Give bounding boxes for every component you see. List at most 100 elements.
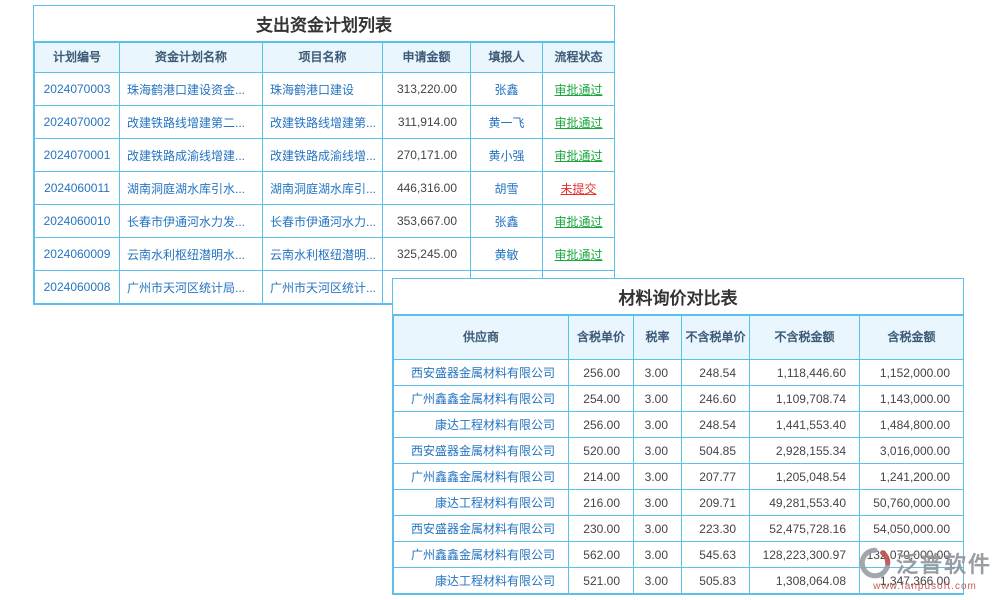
plan-name-link[interactable]: 广州市天河区统计局...: [120, 271, 263, 304]
supplier-link[interactable]: 康达工程材料有限公司: [394, 568, 569, 594]
supplier-link[interactable]: 广州鑫鑫金属材料有限公司: [394, 464, 569, 490]
table-row: 广州鑫鑫金属材料有限公司254.003.00246.601,109,708.74…: [394, 386, 964, 412]
tax-rate-cell: 3.00: [634, 490, 682, 516]
tax-amount-cell: 3,016,000.00: [860, 438, 964, 464]
plan-name-link[interactable]: 改建铁路线增建第二...: [120, 106, 263, 139]
net-price-cell: 207.77: [682, 464, 750, 490]
project-name-link[interactable]: 云南水利枢纽潜明...: [263, 238, 383, 271]
col-header-tax-price: 含税单价: [569, 316, 634, 360]
apply-amount-cell: 446,316.00: [383, 172, 471, 205]
flow-status-link[interactable]: 审批通过: [543, 73, 615, 106]
project-name-link[interactable]: 湖南洞庭湖水库引...: [263, 172, 383, 205]
watermark-brand-text: 泛普软件: [896, 547, 992, 579]
col-header-net-amount: 不含税金额: [750, 316, 860, 360]
supplier-link[interactable]: 西安盛器金属材料有限公司: [394, 516, 569, 542]
fanpu-logo-icon: [858, 546, 892, 580]
plan-table: 计划编号 资金计划名称 项目名称 申请金额 填报人 流程状态 202407000…: [34, 42, 615, 304]
watermark-url-text: www.fanpusoft.com: [873, 581, 977, 592]
apply-amount-cell: 353,667.00: [383, 205, 471, 238]
plan-id-link[interactable]: 2024070002: [35, 106, 120, 139]
plan-id-link[interactable]: 2024060008: [35, 271, 120, 304]
plan-id-link[interactable]: 2024060009: [35, 238, 120, 271]
supplier-link[interactable]: 康达工程材料有限公司: [394, 490, 569, 516]
supplier-link[interactable]: 广州鑫鑫金属材料有限公司: [394, 542, 569, 568]
table-row: 2024060011湖南洞庭湖水库引水...湖南洞庭湖水库引...446,316…: [35, 172, 615, 205]
plan-table-header-row: 计划编号 资金计划名称 项目名称 申请金额 填报人 流程状态: [35, 43, 615, 73]
plan-name-link[interactable]: 长春市伊通河水力发...: [120, 205, 263, 238]
table-row: 康达工程材料有限公司256.003.00248.541,441,553.401,…: [394, 412, 964, 438]
project-name-link[interactable]: 珠海鹤港口建设: [263, 73, 383, 106]
net-price-cell: 248.54: [682, 412, 750, 438]
net-price-cell: 246.60: [682, 386, 750, 412]
flow-status-link[interactable]: 审批通过: [543, 139, 615, 172]
col-header-supplier: 供应商: [394, 316, 569, 360]
plan-name-link[interactable]: 改建铁路成渝线增建...: [120, 139, 263, 172]
table-row: 康达工程材料有限公司216.003.00209.7149,281,553.405…: [394, 490, 964, 516]
tax-price-cell: 216.00: [569, 490, 634, 516]
flow-status-link[interactable]: 审批通过: [543, 238, 615, 271]
reporter-link[interactable]: 黄小强: [471, 139, 543, 172]
flow-status-link[interactable]: 审批通过: [543, 106, 615, 139]
plan-name-link[interactable]: 云南水利枢纽潜明水...: [120, 238, 263, 271]
plan-table-title: 支出资金计划列表: [34, 6, 614, 42]
tax-price-cell: 254.00: [569, 386, 634, 412]
col-header-net-price: 不含税单价: [682, 316, 750, 360]
net-price-cell: 223.30: [682, 516, 750, 542]
tax-rate-cell: 3.00: [634, 412, 682, 438]
net-price-cell: 505.83: [682, 568, 750, 594]
plan-id-link[interactable]: 2024070003: [35, 73, 120, 106]
plan-id-link[interactable]: 2024070001: [35, 139, 120, 172]
net-amount-cell: 1,109,708.74: [750, 386, 860, 412]
supplier-link[interactable]: 广州鑫鑫金属材料有限公司: [394, 386, 569, 412]
reporter-link[interactable]: 张鑫: [471, 205, 543, 238]
net-amount-cell: 1,308,064.08: [750, 568, 860, 594]
tax-price-cell: 256.00: [569, 360, 634, 386]
net-price-cell: 545.63: [682, 542, 750, 568]
net-amount-cell: 128,223,300.97: [750, 542, 860, 568]
net-price-cell: 248.54: [682, 360, 750, 386]
table-row: 2024060010长春市伊通河水力发...长春市伊通河水力...353,667…: [35, 205, 615, 238]
tax-price-cell: 230.00: [569, 516, 634, 542]
col-header-tax-amount: 含税金额: [860, 316, 964, 360]
plan-id-link[interactable]: 2024060011: [35, 172, 120, 205]
tax-rate-cell: 3.00: [634, 360, 682, 386]
plan-name-link[interactable]: 湖南洞庭湖水库引水...: [120, 172, 263, 205]
reporter-link[interactable]: 黄敏: [471, 238, 543, 271]
tax-rate-cell: 3.00: [634, 542, 682, 568]
plan-name-link[interactable]: 珠海鹤港口建设资金...: [120, 73, 263, 106]
tax-rate-cell: 3.00: [634, 568, 682, 594]
tax-amount-cell: 1,241,200.00: [860, 464, 964, 490]
tax-price-cell: 521.00: [569, 568, 634, 594]
net-price-cell: 209.71: [682, 490, 750, 516]
table-row: 2024060009云南水利枢纽潜明水...云南水利枢纽潜明...325,245…: [35, 238, 615, 271]
plan-table-body: 2024070003珠海鹤港口建设资金...珠海鹤港口建设313,220.00张…: [35, 73, 615, 304]
tax-amount-cell: 1,152,000.00: [860, 360, 964, 386]
tax-amount-cell: 1,143,000.00: [860, 386, 964, 412]
supplier-link[interactable]: 西安盛器金属材料有限公司: [394, 360, 569, 386]
tax-price-cell: 562.00: [569, 542, 634, 568]
supplier-link[interactable]: 西安盛器金属材料有限公司: [394, 438, 569, 464]
net-amount-cell: 49,281,553.40: [750, 490, 860, 516]
tax-price-cell: 520.00: [569, 438, 634, 464]
apply-amount-cell: 325,245.00: [383, 238, 471, 271]
project-name-link[interactable]: 改建铁路成渝线增...: [263, 139, 383, 172]
reporter-link[interactable]: 张鑫: [471, 73, 543, 106]
table-row: 2024070002改建铁路线增建第二...改建铁路线增建第...311,914…: [35, 106, 615, 139]
project-name-link[interactable]: 长春市伊通河水力...: [263, 205, 383, 238]
table-row: 2024070003珠海鹤港口建设资金...珠海鹤港口建设313,220.00张…: [35, 73, 615, 106]
project-name-link[interactable]: 广州市天河区统计...: [263, 271, 383, 304]
col-header-apply-amount: 申请金额: [383, 43, 471, 73]
apply-amount-cell: 270,171.00: [383, 139, 471, 172]
flow-status-link[interactable]: 审批通过: [543, 205, 615, 238]
reporter-link[interactable]: 黄一飞: [471, 106, 543, 139]
tax-amount-cell: 1,484,800.00: [860, 412, 964, 438]
plan-id-link[interactable]: 2024060010: [35, 205, 120, 238]
col-header-tax-rate: 税率: [634, 316, 682, 360]
flow-status-link[interactable]: 未提交: [543, 172, 615, 205]
reporter-link[interactable]: 胡雪: [471, 172, 543, 205]
plan-table-panel: 支出资金计划列表 计划编号 资金计划名称 项目名称 申请金额 填报人 流程状态 …: [33, 5, 615, 305]
supplier-link[interactable]: 康达工程材料有限公司: [394, 412, 569, 438]
project-name-link[interactable]: 改建铁路线增建第...: [263, 106, 383, 139]
table-row: 西安盛器金属材料有限公司520.003.00504.852,928,155.34…: [394, 438, 964, 464]
apply-amount-cell: 311,914.00: [383, 106, 471, 139]
